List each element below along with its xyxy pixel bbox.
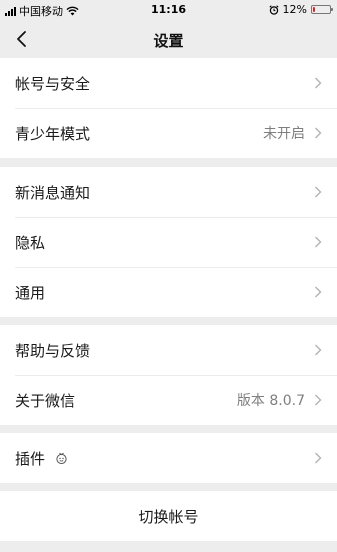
- settings-item-label: 隐私: [15, 233, 46, 252]
- settings-item-notifications[interactable]: 新消息通知: [0, 167, 337, 217]
- teen-mode-status: 未开启: [263, 126, 305, 142]
- page-title: 设置: [153, 32, 184, 50]
- chevron-right-icon: [315, 452, 322, 464]
- chevron-right-icon: [315, 286, 322, 298]
- chevron-right-icon: [315, 77, 322, 89]
- switch-account-label: 切换帐号: [138, 507, 199, 526]
- switch-account-group: 切换帐号: [0, 491, 337, 541]
- settings-item-account-security[interactable]: 帐号与安全: [0, 58, 337, 108]
- settings-group-general: 新消息通知 隐私 通用: [0, 167, 337, 317]
- nav-bar: 设置: [0, 20, 337, 58]
- settings-item-about-wechat[interactable]: 关于微信 版本 8.0.7: [0, 375, 337, 425]
- settings-group-plugins: 插件: [0, 433, 337, 483]
- chevron-right-icon: [315, 394, 322, 406]
- settings-item-general[interactable]: 通用: [0, 267, 337, 317]
- settings-item-plugins[interactable]: 插件: [0, 433, 337, 483]
- chevron-right-icon: [315, 344, 322, 356]
- settings-group-account: 帐号与安全 青少年模式 未开启: [0, 58, 337, 158]
- chevron-right-icon: [315, 236, 322, 248]
- battery-icon: [311, 5, 333, 14]
- settings-item-label: 帐号与安全: [15, 74, 91, 93]
- settings-item-privacy[interactable]: 隐私: [0, 217, 337, 267]
- chevron-right-icon: [315, 186, 322, 198]
- chevron-right-icon: [315, 127, 322, 139]
- switch-account-button[interactable]: 切换帐号: [0, 491, 337, 541]
- status-bar-right: 12%: [268, 3, 333, 16]
- settings-group-about: 帮助与反馈 关于微信 版本 8.0.7: [0, 325, 337, 425]
- settings-item-label: 关于微信: [15, 391, 76, 410]
- settings-item-label: 新消息通知: [15, 183, 91, 202]
- version-label: 版本 8.0.7: [236, 393, 305, 409]
- settings-item-teen-mode[interactable]: 青少年模式 未开启: [0, 108, 337, 158]
- status-bar: 中国移动 11:16 12%: [0, 0, 337, 20]
- battery-percent: 12%: [282, 3, 307, 16]
- settings-item-label: 青少年模式: [15, 124, 91, 143]
- settings-item-label: 帮助与反馈: [15, 341, 91, 360]
- plugin-icon: [56, 452, 67, 464]
- settings-item-label: 插件: [15, 449, 46, 468]
- settings-item-label: 通用: [15, 283, 46, 302]
- alarm-icon: [268, 4, 279, 15]
- settings-item-help-feedback[interactable]: 帮助与反馈: [0, 325, 337, 375]
